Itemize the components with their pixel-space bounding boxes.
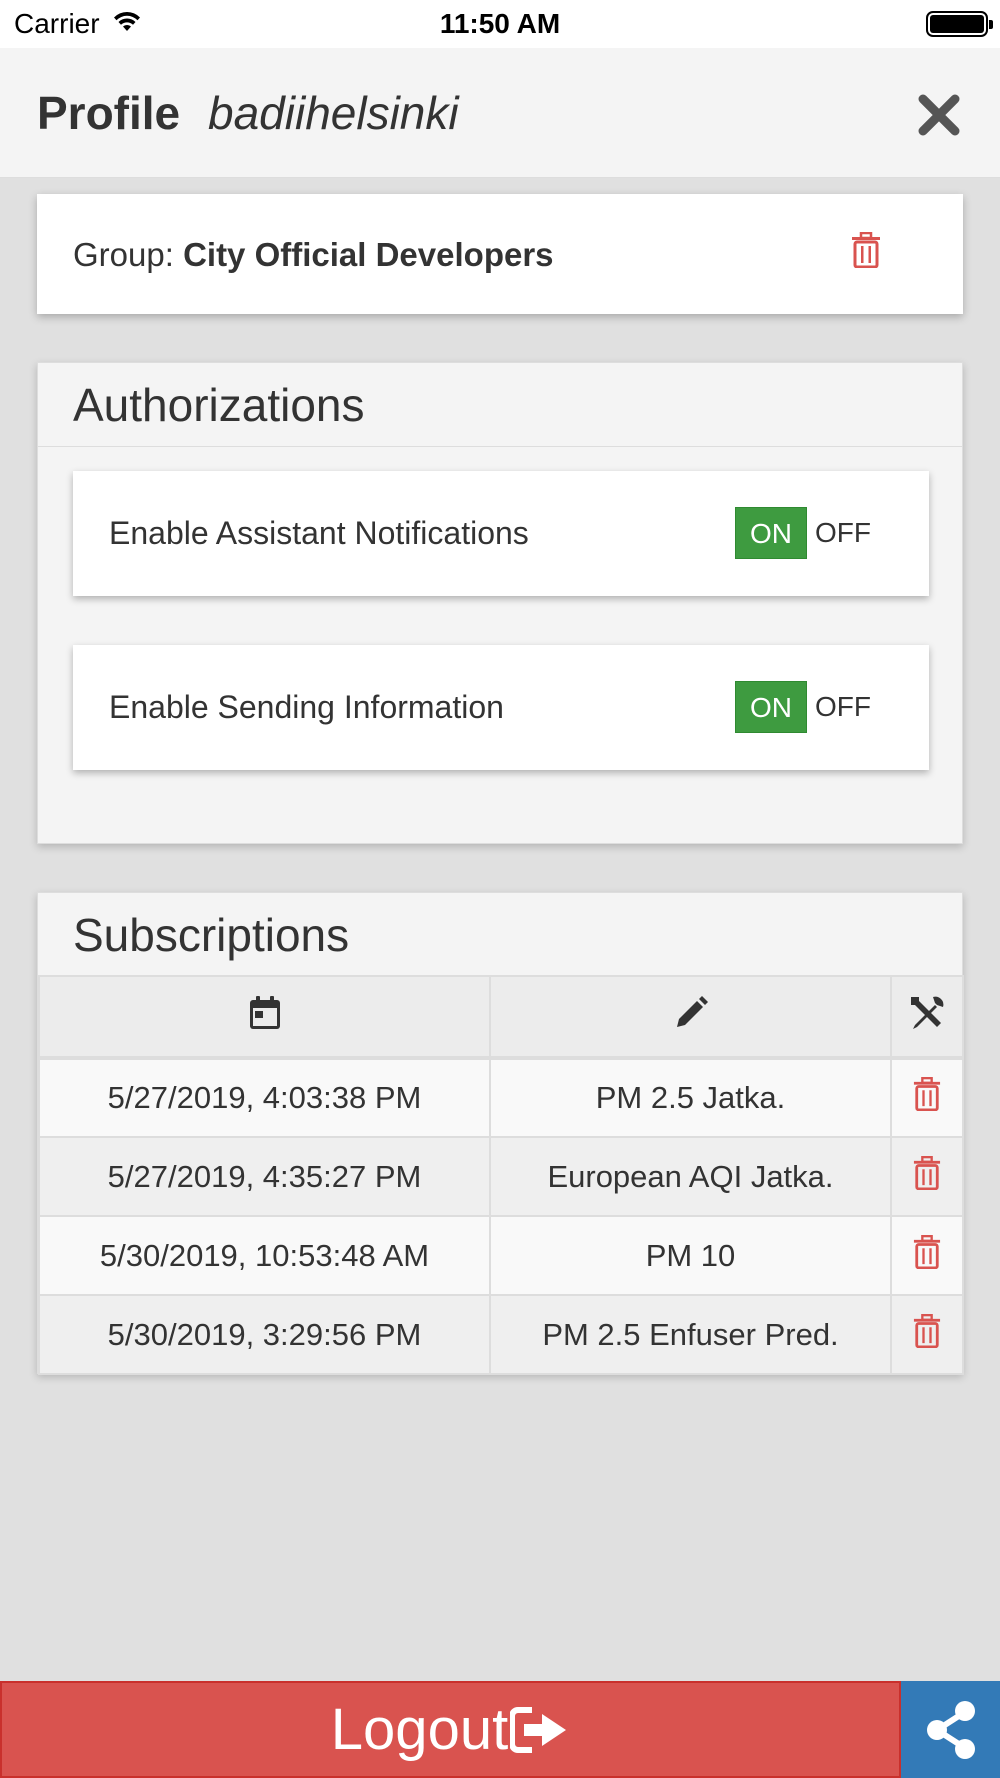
subscription-date: 5/27/2019, 4:03:38 PM — [38, 1057, 491, 1138]
table-row: 5/30/2019, 3:29:56 PM PM 2.5 Enfuser Pre… — [38, 1294, 964, 1375]
trash-icon — [852, 231, 880, 269]
notifications-toggle[interactable]: ON OFF — [735, 507, 879, 559]
toggle-on[interactable]: ON — [735, 507, 807, 559]
delete-subscription-button[interactable] — [890, 1136, 964, 1217]
auth-item-assistant-notifications: Enable Assistant Notifications ON OFF — [73, 471, 929, 596]
clock: 11:50 AM — [439, 8, 561, 39]
sign-out-icon — [510, 1706, 567, 1753]
subscription-name: European AQI Jatka. — [489, 1136, 892, 1217]
profile-header: Profile badiihelsinki — [0, 48, 1000, 178]
group-prefix: Group: — [73, 236, 184, 273]
auth-label: Enable Sending Information — [109, 689, 504, 725]
auth-label: Enable Assistant Notifications — [109, 515, 529, 551]
subscription-name: PM 2.5 Enfuser Pred. — [489, 1294, 892, 1375]
group-name: City Official Developers — [183, 236, 554, 273]
close-icon — [918, 94, 960, 136]
subscriptions-title: Subscriptions — [73, 909, 350, 961]
delete-subscription-button[interactable] — [890, 1057, 964, 1138]
close-button[interactable] — [912, 88, 966, 142]
table-header-row — [38, 975, 964, 1060]
subscription-date: 5/27/2019, 4:35:27 PM — [38, 1136, 491, 1217]
page-title: Profile — [37, 87, 181, 139]
table-row: 5/27/2019, 4:03:38 PM PM 2.5 Jatka. — [38, 1057, 964, 1138]
tools-icon — [911, 996, 944, 1029]
pencil-icon — [676, 995, 708, 1027]
group-label: Group: City Official Developers — [73, 236, 554, 274]
auth-item-sending-information: Enable Sending Information ON OFF — [73, 645, 929, 770]
trash-icon — [913, 1076, 941, 1112]
share-button[interactable] — [901, 1681, 1000, 1778]
toggle-off[interactable]: OFF — [807, 507, 879, 559]
share-icon — [926, 1700, 975, 1759]
logout-label: Logout — [330, 1697, 509, 1762]
logout-button[interactable]: Logout — [0, 1681, 901, 1778]
delete-subscription-button[interactable] — [890, 1294, 964, 1375]
name-column-header — [489, 975, 892, 1060]
toggle-off[interactable]: OFF — [807, 681, 879, 733]
leave-group-button[interactable] — [851, 231, 881, 273]
delete-subscription-button[interactable] — [890, 1215, 964, 1296]
actions-column-header — [890, 975, 964, 1060]
group-card: Group: City Official Developers — [37, 194, 963, 314]
table-row: 5/30/2019, 10:53:48 AM PM 10 — [38, 1215, 964, 1296]
subscription-date: 5/30/2019, 3:29:56 PM — [38, 1294, 491, 1375]
status-bar: Carrier 11:50 AM — [0, 0, 1000, 48]
sending-info-toggle[interactable]: ON OFF — [735, 681, 879, 733]
username: badiihelsinki — [208, 87, 459, 139]
subscription-name: PM 10 — [489, 1215, 892, 1296]
calendar-icon — [249, 995, 280, 1029]
toggle-on[interactable]: ON — [735, 681, 807, 733]
trash-icon — [913, 1155, 941, 1190]
subscription-date: 5/30/2019, 10:53:48 AM — [38, 1215, 491, 1296]
authorizations-panel: Authorizations Enable Assistant Notifica… — [37, 362, 963, 844]
subscriptions-table: 5/27/2019, 4:03:38 PM PM 2.5 Jatka. 5/27… — [38, 975, 964, 1375]
trash-icon — [913, 1313, 941, 1348]
battery-icon — [926, 11, 993, 37]
trash-icon — [913, 1234, 941, 1269]
date-column-header — [38, 975, 491, 1060]
authorizations-title: Authorizations — [38, 363, 962, 447]
subscription-name: PM 2.5 Jatka. — [489, 1057, 892, 1138]
table-row: 5/27/2019, 4:35:27 PM European AQI Jatka… — [38, 1136, 964, 1217]
subscriptions-panel: Subscriptions 5/27/2019, 4:03:38 PM PM 2… — [37, 892, 964, 1375]
